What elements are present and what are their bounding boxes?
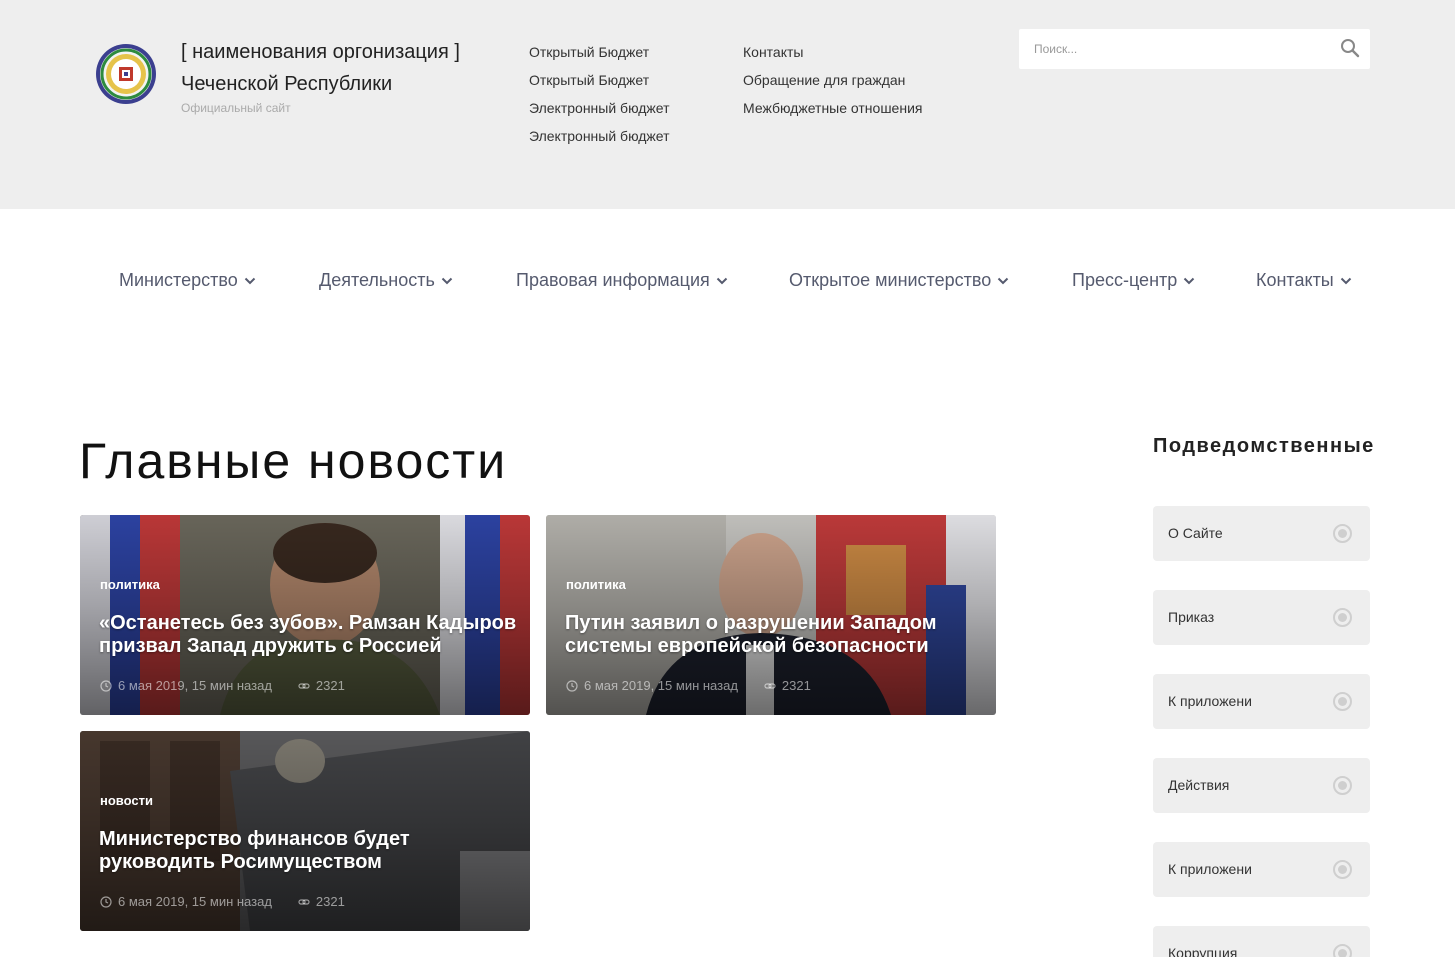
sidebar-item-appendix[interactable]: К приложени [1153, 674, 1370, 729]
nav-item-label: Деятельность [319, 270, 435, 290]
radio-icon [1333, 524, 1352, 543]
quick-link-interbudget-relations[interactable]: Межбюджетные отношения [743, 94, 922, 122]
sidebar-item-label: Действия [1168, 777, 1230, 793]
nav-item-label: Пресс-центр [1072, 270, 1178, 290]
site-header: [ наименования оргонизация ] Чеченской Р… [0, 0, 1455, 209]
organization-subtitle: Официальный сайт [181, 101, 291, 115]
organization-title: [ наименования оргонизация ] Чеченской Р… [181, 36, 460, 100]
clock-icon [100, 895, 112, 908]
news-headline[interactable]: Путин заявил о разрушении Западом систем… [565, 612, 985, 658]
quick-link-citizen-appeal[interactable]: Обращение для граждан [743, 66, 922, 94]
quick-link-electronic-budget[interactable]: Электронный бюджет [529, 94, 670, 122]
news-headline[interactable]: «Останетесь без зубов». Рамзан Кадыров п… [99, 612, 519, 658]
news-meta: 6 мая 2019, 15 мин назад 2321 [566, 678, 811, 693]
search-icon[interactable] [1340, 38, 1360, 58]
search-box [1019, 29, 1370, 69]
news-meta: 6 мая 2019, 15 мин назад 2321 [100, 678, 345, 693]
chevron-down-icon [244, 277, 255, 284]
nav-item-legal-info[interactable]: Правовая информация [516, 270, 728, 291]
news-date: 6 мая 2019, 15 мин назад [118, 678, 272, 693]
republic-emblem-logo[interactable] [95, 43, 157, 105]
radio-icon [1333, 692, 1352, 711]
quick-links-column-1: Открытый Бюджет Открытый Бюджет Электрон… [529, 38, 670, 150]
news-meta: 6 мая 2019, 15 мин назад 2321 [100, 894, 345, 909]
news-category[interactable]: политика [100, 577, 160, 592]
sidebar-item-label: О Сайте [1168, 525, 1223, 541]
news-headline[interactable]: Министерство финансов будет руководить Р… [99, 828, 519, 874]
sidebar-item-actions[interactable]: Действия [1153, 758, 1370, 813]
chevron-down-icon [998, 277, 1009, 284]
nav-item-label: Правовая информация [516, 270, 710, 290]
quick-link-contacts[interactable]: Контакты [743, 38, 922, 66]
clock-icon [566, 679, 578, 692]
quick-link-electronic-budget-2[interactable]: Электронный бюджет [529, 122, 670, 150]
nav-item-press-center[interactable]: Пресс-центр [1072, 270, 1195, 291]
clock-icon [100, 679, 112, 692]
radio-icon [1333, 776, 1352, 795]
nav-item-open-ministry[interactable]: Открытое министерство [789, 270, 1009, 291]
page-title: Главные новости [79, 433, 508, 489]
sidebar-item-label: Приказ [1168, 609, 1215, 625]
sidebar-item-corruption[interactable]: Коррупция [1153, 926, 1370, 957]
sidebar-item-order[interactable]: Приказ [1153, 590, 1370, 645]
sidebar-item-label: Коррупция [1168, 945, 1238, 957]
radio-icon [1333, 860, 1352, 879]
quick-links-column-2: Контакты Обращение для граждан Межбюджет… [743, 38, 922, 122]
nav-item-contacts[interactable]: Контакты [1256, 270, 1352, 291]
nav-item-label: Открытое министерство [789, 270, 992, 290]
news-card[interactable]: политика «Останетесь без зубов». Рамзан … [80, 515, 530, 715]
chevron-down-icon [1184, 277, 1195, 284]
organization-title-line1: [ наименования оргонизация ] [181, 41, 460, 63]
news-category[interactable]: политика [566, 577, 626, 592]
quick-link-open-budget-2[interactable]: Открытый Бюджет [529, 66, 670, 94]
news-views: 2321 [781, 678, 811, 693]
sidebar-item-label: К приложени [1168, 861, 1252, 877]
nav-item-label: Министерство [119, 270, 238, 290]
news-views: 2321 [315, 678, 345, 693]
news-date: 6 мая 2019, 15 мин назад [118, 894, 272, 909]
nav-item-label: Контакты [1256, 270, 1334, 290]
quick-link-open-budget[interactable]: Открытый Бюджет [529, 38, 670, 66]
radio-icon [1333, 608, 1352, 627]
link-icon [298, 682, 310, 689]
nav-item-ministry[interactable]: Министерство [119, 270, 256, 291]
sidebar-title: Подведомственные [1153, 435, 1375, 457]
link-icon [298, 898, 310, 905]
sidebar-item-label: К приложени [1168, 693, 1252, 709]
search-input[interactable] [1019, 29, 1329, 69]
sidebar-item-about-site[interactable]: О Сайте [1153, 506, 1370, 561]
chevron-down-icon [716, 277, 727, 284]
sidebar-item-appendix-2[interactable]: К приложени [1153, 842, 1370, 897]
news-date: 6 мая 2019, 15 мин назад [584, 678, 738, 693]
news-card[interactable]: новости Министерство финансов будет руко… [80, 731, 530, 931]
news-card[interactable]: политика Путин заявил о разрушении Запад… [546, 515, 996, 715]
organization-title-line2: Чеченской Республики [181, 73, 393, 95]
chevron-down-icon [441, 277, 453, 284]
nav-item-activity[interactable]: Деятельность [319, 270, 453, 291]
chevron-down-icon [1340, 277, 1351, 284]
news-category[interactable]: новости [100, 793, 153, 808]
radio-icon [1333, 944, 1352, 957]
link-icon [764, 682, 776, 689]
news-views: 2321 [315, 894, 345, 909]
